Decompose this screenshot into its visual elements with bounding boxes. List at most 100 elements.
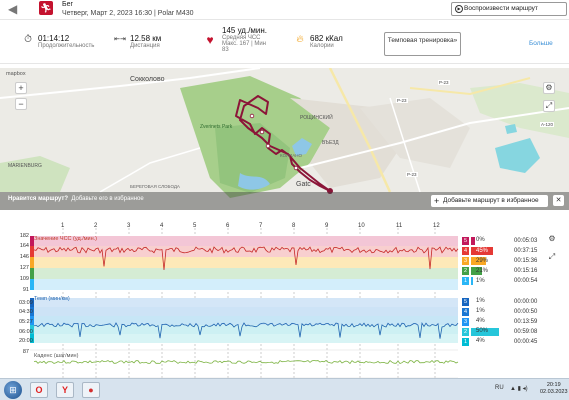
heart-rate-value: 145 уд./мин. — [222, 26, 268, 35]
duration-stat: ⏱ 01:14:12 Продолжительность — [24, 34, 95, 49]
map-settings-gear-icon[interactable]: ⚙ — [543, 82, 555, 94]
pace-zone-2-number: 2 — [462, 328, 469, 336]
replay-route-label: Воспроизвести маршрут — [464, 5, 538, 12]
hr-zone-2-number: 2 — [462, 267, 469, 275]
hr-zone-2-time: 00:15:16 — [514, 268, 538, 274]
map-canvas — [0, 68, 569, 210]
road-p23-east: Р-23 — [438, 80, 450, 85]
pace-zone-2-time: 00:59:08 — [514, 329, 538, 335]
stopwatch-icon: ⏱ — [24, 34, 32, 45]
hr-zone-4-number: 4 — [462, 247, 469, 255]
opera-browser-icon[interactable]: O — [30, 382, 48, 398]
more-link[interactable]: Больше — [529, 40, 553, 47]
chart-expand-icon[interactable]: ⤢ — [546, 252, 558, 264]
pace-series-label: Темп (мин/км) — [34, 296, 70, 302]
pace-zone-5-number: 5 — [462, 298, 469, 306]
running-icon: 🏃︎ — [39, 1, 53, 15]
hr-zone-5-time: 00:05:03 — [514, 238, 538, 244]
km-tick-label: 5 — [193, 223, 197, 229]
close-banner-button[interactable]: ✕ — [553, 195, 564, 206]
pace-zone-4-pct: 1% — [476, 308, 485, 314]
pace-zone-1-number: 1 — [462, 338, 469, 346]
place-kolpino: КОЛПАНО — [280, 153, 302, 158]
fullscreen-expand-icon[interactable]: ⤢ — [543, 100, 555, 112]
heart-rate-stat: ♥ 145 уд./мин. Средняя ЧСС Макс. 167 | М… — [206, 26, 268, 53]
mapbox-attribution: mapbox — [6, 71, 26, 77]
pace-zone-1-time: 00:00:45 — [514, 339, 538, 345]
hr-zone-3-time: 00:15:36 — [514, 258, 538, 264]
hr-zone-4-pct: 45% — [476, 248, 489, 254]
pace-tick: 20:00 — [19, 338, 33, 344]
calories-stat: 🔥︎ 682 кКал Калории — [296, 34, 343, 49]
heart-icon: ♥ — [206, 33, 214, 47]
system-clock[interactable]: 20:19 02.03.2023 — [540, 382, 568, 396]
charts-panel[interactable]: 1 2 3 4 5 6 7 8 9 10 11 12 Значение ЧСС (уд./мин.) … — [0, 220, 569, 378]
training-benefit-button[interactable]: Темповая тренировка» — [384, 32, 461, 56]
km-tick-label: 4 — [160, 223, 164, 229]
km-tick-label: 7 — [259, 223, 263, 229]
replay-route-button[interactable]: ▶ Воспроизвести маршрут — [451, 2, 567, 16]
pace-tick: 06:00 — [19, 329, 33, 335]
hr-zone-2-pct: 21% — [476, 268, 489, 274]
road-p23-south: Р-23 — [406, 172, 418, 177]
pace-tick: 04:30 — [19, 309, 33, 315]
clock-time: 20:19 — [546, 382, 561, 388]
zoom-out-button[interactable]: − — [15, 98, 27, 110]
km-tick-label: 9 — [325, 223, 329, 229]
favorite-banner: Нравится маршрут? Добавьте его в избранн… — [0, 192, 569, 210]
media-player-icon[interactable]: ● — [82, 382, 100, 398]
pace-zone-5-time: 00:00:00 — [514, 299, 538, 305]
hr-zone-1-pct: 1% — [476, 278, 485, 284]
banner-text: Нравится маршрут? Добавьте его в избранн… — [8, 196, 144, 202]
language-indicator[interactable]: RU — [495, 385, 504, 391]
hr-zone-5-bar — [471, 237, 475, 245]
play-icon: ▶ — [455, 5, 463, 13]
pace-zone-4-number: 4 — [462, 308, 469, 316]
km-tick-label: 1 — [61, 223, 65, 229]
hr-zone-1-number: 1 — [462, 277, 469, 285]
chart-settings-gear-icon[interactable]: ⚙ — [546, 234, 558, 246]
windows-taskbar: ⊞ O Y ● RU ▲ ▮ ◂) 20:19 02.03.2023 — [0, 378, 569, 400]
pace-zone-1-pct: 4% — [476, 338, 485, 344]
km-tick-label: 2 — [94, 223, 98, 229]
cadence-tick: 87 — [22, 349, 29, 355]
yandex-browser-icon[interactable]: Y — [56, 382, 74, 398]
hr-tick: 146 — [19, 254, 29, 260]
calories-value: 682 кКал — [310, 34, 343, 43]
km-tick-label: 3 — [127, 223, 131, 229]
add-favorite-button[interactable]: + Добавьте маршрут в избранное — [431, 195, 548, 207]
heart-rate-detail-min: 83 — [222, 47, 229, 53]
duration-label: Продолжительность — [38, 43, 95, 49]
distance-icon: ⇤⇥ — [114, 36, 126, 43]
back-arrow-icon[interactable]: ◀ — [8, 2, 17, 16]
tray-icons[interactable]: ▲ ▮ ◂) — [510, 385, 528, 392]
activity-subtitle: Четверг, Март 2, 2023 16:30 | Polar M430 — [62, 10, 194, 17]
plus-icon: + — [434, 196, 440, 206]
distance-value: 12.58 км — [130, 34, 162, 43]
place-vyezd: ВЪЕЗД — [322, 140, 339, 146]
place-roshinsky: РОЩИНСКИЙ — [300, 115, 333, 121]
place-beregovaya: БЕРЕГОВАЯ СЛОБОДА — [130, 184, 180, 189]
windows-start-icon[interactable]: ⊞ — [4, 381, 22, 399]
clock-date: 02.03.2023 — [540, 389, 568, 395]
km-tick-label: 8 — [292, 223, 296, 229]
pace-tick: 03:09 — [19, 300, 33, 306]
pace-zone-3-time: 00:13:59 — [514, 319, 538, 325]
summary-bar: ⏱ 01:14:12 Продолжительность ⇤⇥ 12.58 км… — [0, 20, 569, 64]
km-tick-label: 10 — [358, 223, 365, 229]
hr-tick: 91 — [22, 287, 29, 293]
km-tick-label: 11 — [396, 223, 403, 229]
road-p23-north: Р-23 — [396, 98, 408, 103]
pace-zone-5-pct: 1% — [476, 298, 485, 304]
cadence-series-label: Каденс (шаг/мин) — [34, 353, 79, 359]
hr-zone-3-pct: 29% — [476, 258, 489, 264]
place-gatchina: Gatc — [296, 181, 311, 188]
route-map[interactable]: mapbox + − ⚙ ⤢ Сокколово Zverinets Park … — [0, 68, 569, 210]
zoom-in-button[interactable]: + — [15, 82, 27, 94]
polar-flow-app: ◀ 🏃︎ Бег Четверг, Март 2, 2023 16:30 | P… — [0, 0, 569, 400]
distance-label: Дистанция — [130, 43, 160, 49]
distance-stat: ⇤⇥ 12.58 км Дистанция — [114, 34, 162, 49]
hr-zone-3-number: 3 — [462, 257, 469, 265]
pace-zone-4-time: 00:00:50 — [514, 309, 538, 315]
banner-question: Нравится маршрут? — [8, 196, 69, 202]
